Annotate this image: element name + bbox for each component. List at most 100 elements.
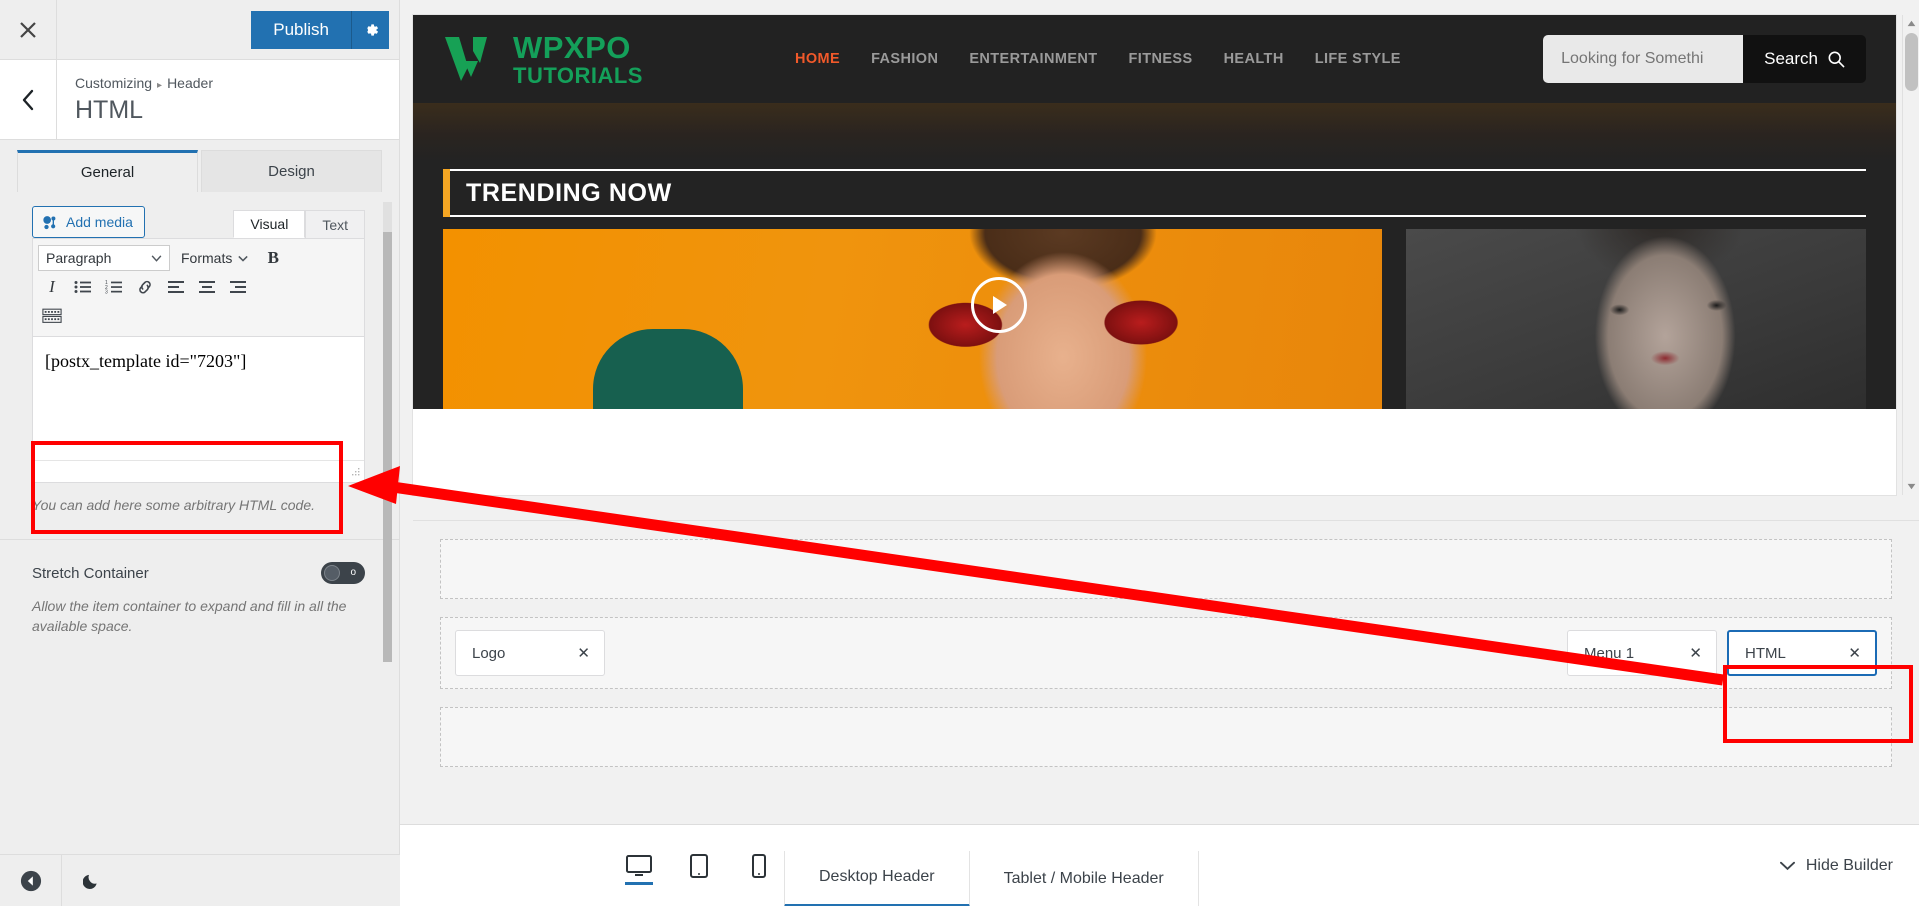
tab-general[interactable]: General: [17, 150, 198, 192]
wpxpo-w-logo-icon: [445, 37, 487, 81]
formats-menu-button[interactable]: Formats: [173, 245, 256, 271]
play-glyph: [992, 296, 1007, 314]
bulleted-list-glyph: [74, 281, 91, 293]
nav-item-lifestyle[interactable]: LIFE STYLE: [1315, 51, 1401, 67]
numbered-list-glyph: 1 2 3: [105, 280, 122, 294]
nav-item-entertainment[interactable]: ENTERTAINMENT: [969, 51, 1097, 67]
html-code-textarea[interactable]: [postx_template id="7203"]: [32, 337, 365, 483]
builder-item-html[interactable]: HTML ✕: [1727, 630, 1877, 676]
hide-builder-button[interactable]: Hide Builder: [1779, 857, 1919, 875]
preview-scrollbar-thumb[interactable]: [1905, 33, 1918, 91]
toggle-knob: [324, 565, 340, 581]
tablet-glyph: [690, 853, 708, 878]
tab-desktop-header[interactable]: Desktop Header: [784, 850, 970, 906]
site-logo[interactable]: WPXPO TUTORIALS: [443, 32, 643, 87]
paragraph-format-select[interactable]: Paragraph: [38, 245, 170, 271]
customizer-panel: Publish Customizing ▸ Header HTML Genera…: [0, 0, 400, 906]
mobile-icon[interactable]: [742, 844, 776, 888]
builder-item-menu-1-label: Menu 1: [1584, 644, 1635, 662]
builder-row-bottom[interactable]: [440, 707, 1892, 767]
chevron-up-glyph: [1907, 20, 1916, 27]
resize-handle-icon[interactable]: [349, 467, 361, 479]
search-button[interactable]: Search: [1743, 35, 1866, 83]
trending-section: TRENDING NOW: [413, 161, 1896, 217]
nav-item-fitness[interactable]: FITNESS: [1129, 51, 1193, 67]
customizer-section-header: Customizing ▸ Header HTML: [0, 59, 399, 140]
chevron-left-icon: [22, 89, 33, 110]
builder-row-top[interactable]: [440, 539, 1892, 599]
scroll-down-arrow-icon[interactable]: [1903, 478, 1919, 495]
gear-icon-glyph: [366, 23, 378, 36]
card-figure-portrait-2: [1516, 229, 1802, 409]
hero-gradient-strip: [413, 103, 1896, 161]
nav-item-home[interactable]: HOME: [795, 51, 840, 67]
align-center-icon[interactable]: [193, 274, 221, 300]
chevron-down-icon: [1779, 861, 1795, 870]
desktop-icon[interactable]: [622, 844, 656, 888]
media-icon: [43, 215, 56, 229]
play-back-glyph: [20, 870, 41, 891]
close-icon[interactable]: [0, 0, 57, 60]
bulleted-list-icon[interactable]: [69, 274, 97, 300]
editor-toolbar-row-1: Paragraph Formats B: [38, 245, 359, 271]
preview-scrollbar[interactable]: [1902, 15, 1919, 495]
close-icon[interactable]: ✕: [1673, 644, 1702, 662]
desktop-glyph: [626, 854, 652, 876]
scroll-up-arrow-icon[interactable]: [1903, 15, 1919, 32]
trending-accent-bar: [443, 169, 450, 217]
play-back-icon[interactable]: [0, 854, 62, 906]
trending-bar: TRENDING NOW: [443, 169, 1866, 217]
tab-visual[interactable]: Visual: [233, 210, 306, 238]
site-search: Search: [1543, 35, 1866, 83]
card-figure-portrait: [818, 229, 1308, 409]
align-left-glyph: [168, 281, 184, 293]
trending-card-secondary[interactable]: [1406, 229, 1866, 409]
html-field-description: You can add here some arbitrary HTML cod…: [32, 497, 316, 513]
close-icon[interactable]: ✕: [1832, 644, 1861, 662]
close-icon-glyph: [20, 21, 36, 38]
keyboard-glyph: [42, 308, 62, 323]
trending-title: TRENDING NOW: [466, 178, 672, 207]
keyboard-shortcuts-icon[interactable]: [38, 303, 66, 329]
nav-item-health[interactable]: HEALTH: [1224, 51, 1284, 67]
tab-tablet-mobile-header[interactable]: Tablet / Mobile Header: [970, 850, 1199, 906]
back-button[interactable]: [0, 59, 57, 140]
builder-item-menu-1[interactable]: Menu 1 ✕: [1567, 630, 1717, 676]
link-icon[interactable]: [131, 274, 159, 300]
customizer-topbar: Publish: [0, 0, 399, 60]
align-right-icon[interactable]: [224, 274, 252, 300]
logo-secondary-text: TUTORIALS: [513, 62, 643, 88]
customizer-footer: [0, 854, 400, 906]
italic-icon[interactable]: I: [38, 274, 66, 300]
tab-design[interactable]: Design: [201, 150, 382, 192]
close-icon[interactable]: ✕: [561, 644, 590, 662]
align-left-icon[interactable]: [162, 274, 190, 300]
tab-text[interactable]: Text: [305, 210, 365, 238]
builder-zone-right[interactable]: Menu 1 ✕ HTML ✕: [1567, 618, 1891, 688]
publish-button[interactable]: Publish: [251, 10, 351, 49]
builder-item-logo[interactable]: Logo ✕: [455, 630, 605, 676]
align-right-glyph: [230, 281, 246, 293]
header-builder: Logo ✕ Menu 1 ✕ HTML ✕: [413, 520, 1919, 824]
bold-icon[interactable]: B: [259, 245, 287, 271]
numbered-list-icon[interactable]: 1 2 3: [100, 274, 128, 300]
moon-icon[interactable]: [62, 855, 124, 906]
builder-zone-left[interactable]: Logo ✕: [441, 618, 605, 688]
play-icon[interactable]: [970, 277, 1027, 333]
logo-primary-text: WPXPO: [513, 29, 631, 65]
nav-item-fashion[interactable]: FASHION: [871, 51, 938, 67]
trending-cards: [413, 217, 1896, 409]
moon-glyph: [83, 874, 97, 889]
stretch-container-toggle[interactable]: o: [321, 562, 365, 584]
panel-scrollbar[interactable]: [383, 202, 392, 662]
tablet-icon[interactable]: [682, 844, 716, 888]
search-icon: [1828, 51, 1845, 68]
gear-icon[interactable]: [351, 10, 389, 49]
scrollbar-thumb[interactable]: [383, 232, 392, 662]
add-media-button[interactable]: Add media: [32, 206, 145, 238]
search-input[interactable]: [1543, 35, 1744, 83]
preview-area: WPXPO TUTORIALS HOME FASHION ENTERTAINME…: [400, 0, 1919, 906]
builder-row-main[interactable]: Logo ✕ Menu 1 ✕ HTML ✕: [440, 617, 1892, 689]
chevron-down-icon: [151, 254, 162, 262]
trending-card-featured[interactable]: [443, 229, 1383, 409]
